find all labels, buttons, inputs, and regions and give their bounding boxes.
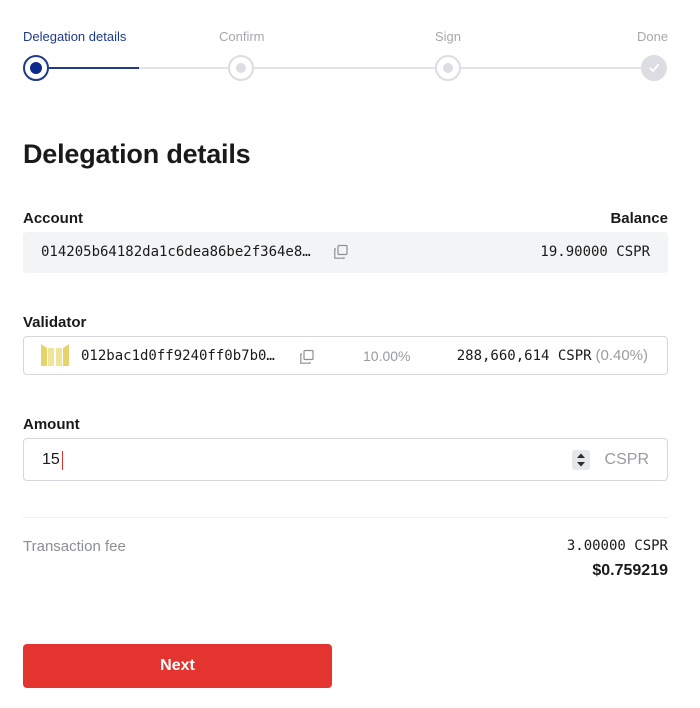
step-label-sign: Sign xyxy=(435,29,462,44)
validator-hash: 012bac1d0ff9240ff0b7b0… xyxy=(81,348,275,364)
step-track xyxy=(254,67,435,69)
divider xyxy=(23,517,668,518)
copy-icon[interactable] xyxy=(333,244,349,260)
transaction-fee-usd: $0.759219 xyxy=(592,562,668,579)
validator-stake: 288,660,614 CSPR (0.40%) xyxy=(457,347,648,364)
text-caret xyxy=(62,451,63,470)
step-label-delegation-details: Delegation details xyxy=(23,29,127,44)
amount-input[interactable]: 15 CSPR xyxy=(23,438,668,481)
amount-value[interactable]: 15 xyxy=(42,451,60,469)
validator-fee: 10.00% xyxy=(363,348,411,364)
step-node-sign xyxy=(435,55,461,81)
step-track-completed xyxy=(48,67,139,69)
balance-label: Balance xyxy=(610,210,668,227)
validator-stake-share: (0.40%) xyxy=(595,347,648,364)
account-label: Account xyxy=(23,210,83,227)
amount-label: Amount xyxy=(23,416,80,433)
account-field: 014205b64182da1c6dea86be2f364e8… 19.9000… xyxy=(23,232,668,273)
page-title: Delegation details xyxy=(23,139,251,169)
step-node-delegation-details xyxy=(23,55,49,81)
step-label-confirm: Confirm xyxy=(219,29,265,44)
progress-stepper: Delegation details Confirm Sign Done xyxy=(0,0,700,100)
validator-label: Validator xyxy=(23,314,87,331)
transaction-fee-label: Transaction fee xyxy=(23,538,126,555)
amount-unit: CSPR xyxy=(604,451,649,468)
validator-stake-amount: 288,660,614 CSPR xyxy=(456,348,592,364)
spinner-arrows-icon[interactable] xyxy=(572,450,590,470)
account-balance: 19.90000 CSPR xyxy=(540,244,650,260)
step-label-done: Done xyxy=(637,29,669,44)
step-node-confirm xyxy=(228,55,254,81)
copy-icon[interactable] xyxy=(299,349,315,365)
transaction-fee-cspr: 3.00000 CSPR xyxy=(566,538,668,554)
validator-selector[interactable]: 012bac1d0ff9240ff0b7b0… 10.00% 288,660,6… xyxy=(23,336,668,375)
account-hash: 014205b64182da1c6dea86be2f364e8… xyxy=(41,244,311,260)
step-node-done xyxy=(641,55,667,81)
checkmark-icon xyxy=(649,64,659,72)
next-button[interactable]: Next xyxy=(23,644,332,688)
validator-avatar-icon xyxy=(41,344,69,366)
step-track xyxy=(460,67,642,69)
step-track xyxy=(139,67,230,69)
